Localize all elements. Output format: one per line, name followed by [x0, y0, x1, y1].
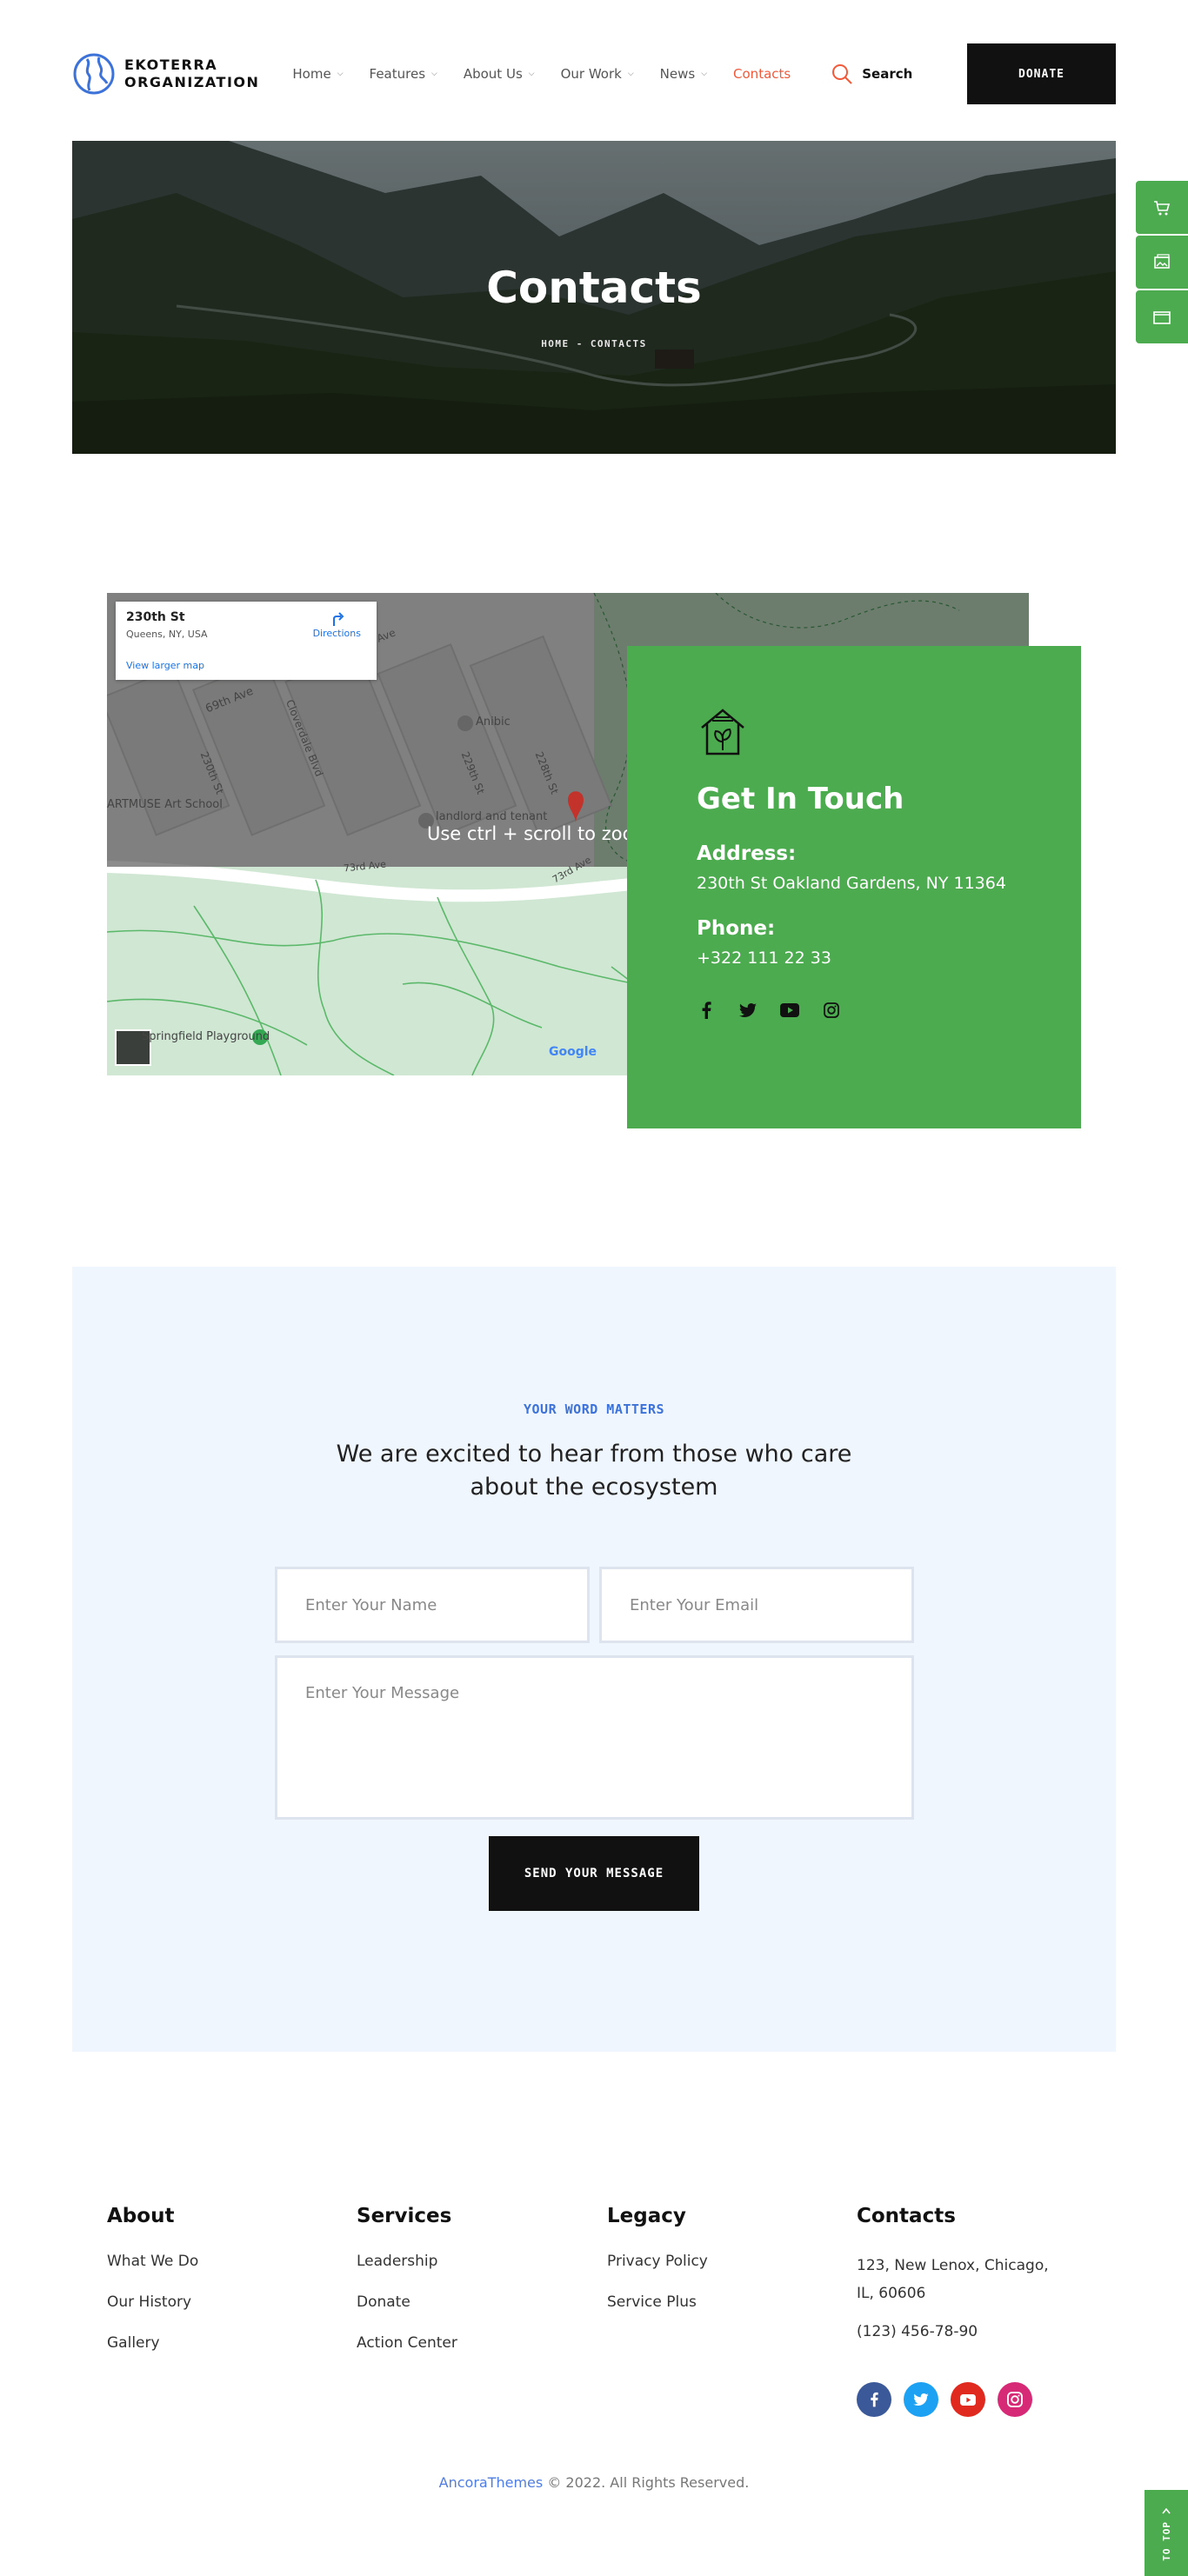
section-heading: We are excited to hear from those who ca… [336, 1441, 852, 1501]
twitter-icon[interactable] [904, 2382, 938, 2417]
footer-heading: Legacy [607, 2205, 686, 2227]
youtube-icon[interactable] [951, 2382, 985, 2417]
footer-link-leadership[interactable]: Leadership [357, 2252, 457, 2271]
section-eyebrow: YOUR WORD MATTERS [523, 1401, 665, 1417]
contact-form-section: YOUR WORD MATTERS We are excited to hear… [72, 1267, 1116, 2052]
contact-card: Get In Touch Address: 230th St Oakland G… [627, 646, 1081, 1128]
address-label: Address: [697, 842, 797, 865]
footer-link-donate[interactable]: Donate [357, 2293, 457, 2312]
view-larger-map-link[interactable]: View larger map [126, 660, 204, 671]
breadcrumb-home[interactable]: HOME [541, 338, 570, 349]
footer-link-service-plus[interactable]: Service Plus [607, 2293, 708, 2312]
phone-label: Phone: [697, 917, 776, 940]
footer-heading: Contacts [857, 2205, 956, 2227]
arrow-up-icon [1162, 2507, 1171, 2514]
globe-logo-icon [73, 53, 115, 95]
footer-phone: (123) 456-78-90 [857, 2323, 978, 2340]
footer-heading: About [107, 2205, 175, 2227]
page-title: Contacts [486, 263, 702, 313]
footer-link-gallery[interactable]: Gallery [107, 2333, 198, 2353]
instagram-icon[interactable] [822, 1001, 841, 1020]
brand-link[interactable]: AncoraThemes [439, 2474, 544, 2491]
image-icon [1154, 253, 1170, 269]
side-folder-button[interactable] [1136, 290, 1188, 343]
breadcrumb-current: CONTACTS [590, 338, 647, 349]
facebook-icon[interactable] [857, 2382, 891, 2417]
email-input[interactable]: Enter Your Email [599, 1567, 914, 1643]
search-label: Search [862, 66, 913, 82]
breadcrumb: HOME - CONTACTS [72, 338, 1116, 349]
nav-our-work[interactable]: Our Work ⌵ [561, 66, 634, 82]
facebook-icon[interactable] [697, 1001, 716, 1020]
hero-banner: Contacts HOME - CONTACTS [72, 141, 1116, 454]
google-logo: Google [549, 1045, 597, 1059]
logo[interactable]: EKOTERRA ORGANIZATION [72, 52, 259, 96]
footer-contacts: Contacts 123, New Lenox, Chicago, IL, 60… [857, 2205, 1083, 2417]
main-nav: Home ⌵ Features ⌵ About Us ⌵ Our Work ⌵ News… [292, 66, 817, 82]
footer-link-privacy-policy[interactable]: Privacy Policy [607, 2252, 708, 2271]
side-gallery-button[interactable] [1136, 236, 1188, 289]
send-message-button[interactable]: SEND YOUR MESSAGE [489, 1836, 699, 1911]
map-poi-label: Springfield Playground [142, 1030, 270, 1043]
nav-contacts[interactable]: Contacts [733, 66, 791, 82]
side-cart-button[interactable] [1136, 181, 1188, 234]
map-directions-link[interactable]: Directions [313, 610, 361, 639]
directions-icon [333, 612, 344, 626]
folder-icon [1153, 310, 1171, 324]
copyright: AncoraThemes © 2022. All Rights Reserved… [0, 2474, 1188, 2491]
footer-about: About What We Do Our History Gallery [107, 2205, 198, 2374]
logo-text: EKOTERRA ORGANIZATION [124, 57, 260, 90]
footer-address: 123, New Lenox, Chicago, IL, 60606 [857, 2257, 1049, 2302]
nav-about-us[interactable]: About Us ⌵ [464, 66, 535, 82]
twitter-icon[interactable] [738, 1001, 758, 1020]
to-top-label: TO TOP [1160, 2521, 1172, 2561]
footer-legacy: Legacy Privacy Policy Service Plus [607, 2205, 708, 2333]
search-button[interactable]: Search [831, 63, 912, 85]
footer-link-action-center[interactable]: Action Center [357, 2333, 457, 2353]
nav-home[interactable]: Home ⌵ [292, 66, 343, 82]
side-buttons [1136, 181, 1188, 343]
map-info-popup: 230th St Queens, NY, USA Directions View… [116, 602, 377, 680]
breadcrumb-separator: - [576, 338, 584, 349]
youtube-icon[interactable] [780, 1001, 799, 1020]
footer-link-our-history[interactable]: Our History [107, 2293, 198, 2312]
search-icon [832, 64, 852, 84]
address-value: 230th St Oakland Gardens, NY 11364 [697, 874, 1006, 893]
footer-services: Services Leadership Donate Action Center [357, 2205, 457, 2374]
chevron-down-icon: ⌵ [701, 70, 708, 78]
eco-house-icon [701, 709, 744, 755]
donate-button[interactable]: DONATE [967, 43, 1116, 104]
site-header: EKOTERRA ORGANIZATION Home ⌵ Features ⌵ Ab… [72, 43, 1116, 104]
copyright-text: © 2022. All Rights Reserved. [543, 2474, 750, 2491]
name-input[interactable]: Enter Your Name [275, 1567, 590, 1643]
instagram-icon[interactable] [998, 2382, 1032, 2417]
footer-heading: Services [357, 2205, 452, 2227]
cart-icon [1154, 200, 1171, 215]
chevron-down-icon: ⌵ [337, 70, 344, 78]
chevron-down-icon: ⌵ [431, 70, 437, 78]
phone-value: +322 111 22 33 [697, 949, 831, 968]
nav-features[interactable]: Features ⌵ [370, 66, 437, 82]
card-social-links [697, 1001, 1011, 1020]
to-top-button[interactable]: TO TOP [1145, 2490, 1188, 2576]
chevron-down-icon: ⌵ [627, 70, 634, 78]
message-textarea[interactable]: Enter Your Message [275, 1655, 914, 1820]
footer-social-links [857, 2382, 1083, 2417]
nav-news[interactable]: News ⌵ [660, 66, 707, 82]
chevron-down-icon: ⌵ [528, 70, 535, 78]
card-title: Get In Touch [697, 782, 904, 816]
footer-link-what-we-do[interactable]: What We Do [107, 2252, 198, 2271]
